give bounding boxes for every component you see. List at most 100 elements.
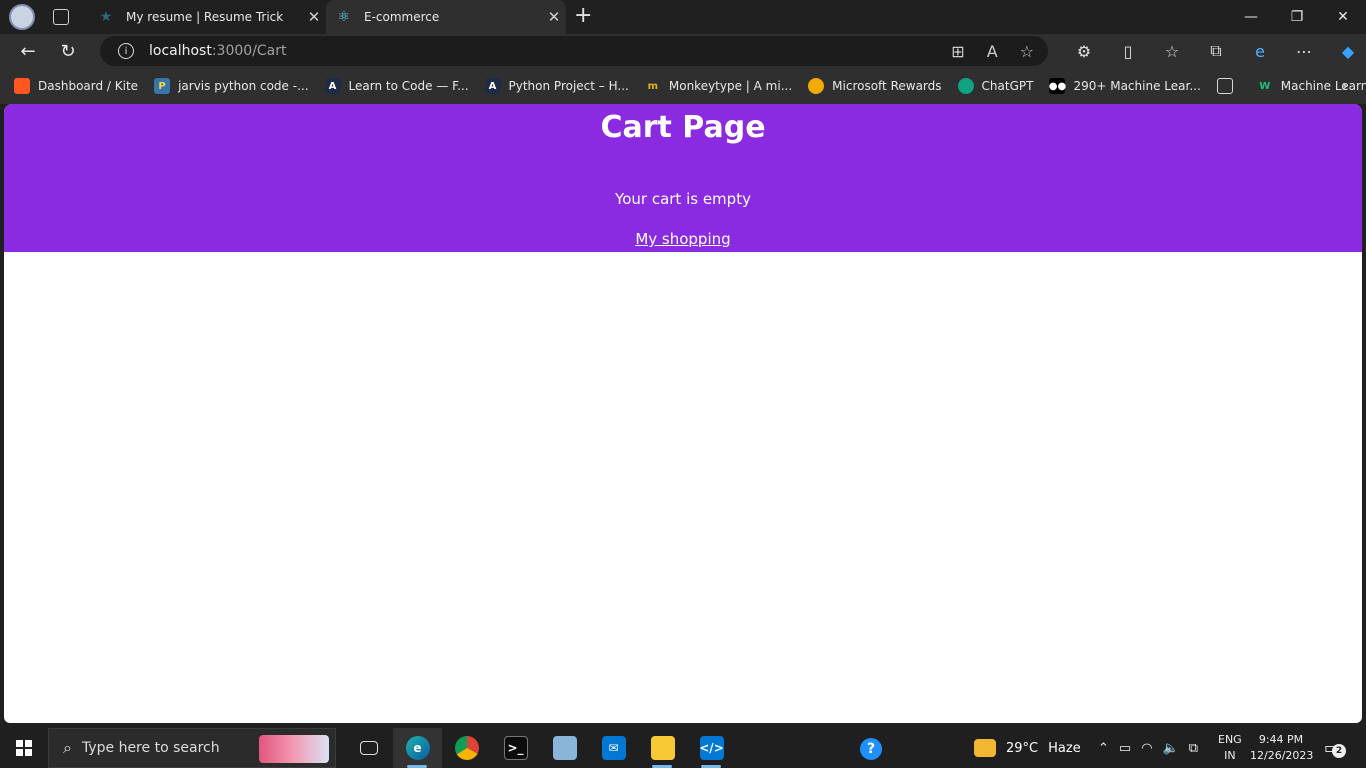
read-aloud-icon[interactable]: A xyxy=(987,42,998,61)
mail-icon[interactable]: ✉ xyxy=(589,728,638,768)
bookmark-label: Microsoft Rewards xyxy=(832,79,942,93)
my-shopping-link[interactable]: My shopping xyxy=(635,230,730,248)
bookmark-label: Machine Learning I... xyxy=(1280,79,1366,93)
edge-icon[interactable]: e xyxy=(393,728,442,768)
collections-icon[interactable]: ⧉ xyxy=(1194,41,1238,61)
vscode-icon[interactable]: </> xyxy=(687,728,736,768)
language-region: IN xyxy=(1224,749,1236,762)
bookmark-item[interactable]: ●● 290+ Machine Lear... xyxy=(1049,78,1201,94)
url-host: localhost xyxy=(149,43,212,59)
chatgpt-icon xyxy=(957,78,974,94)
minimize-icon[interactable]: — xyxy=(1228,0,1274,34)
system-tray: ⌃ ▭ ◠ 🔈 ⧉ xyxy=(1098,728,1198,768)
language-code: ENG xyxy=(1218,733,1242,746)
bookmark-item[interactable]: m Monkeytype | A mi... xyxy=(645,78,793,94)
notification-center-icon[interactable]: ▭ 2 xyxy=(1324,738,1346,758)
close-window-icon[interactable]: ✕ xyxy=(1320,0,1366,34)
close-icon[interactable]: ✕ xyxy=(302,8,326,26)
bookmark-label: jarvis python code -... xyxy=(178,79,309,93)
refresh-icon[interactable]: ↻ xyxy=(52,35,84,67)
browser-toolbar: ← ↻ i localhost:3000/Cart ⊞ A ☆ ⚙ ▯ ☆ ⧉ … xyxy=(0,34,1366,68)
weather-condition: Haze xyxy=(1048,740,1081,756)
input-language[interactable]: ENG IN xyxy=(1218,732,1242,764)
task-view-icon[interactable] xyxy=(344,728,393,768)
help-icon[interactable]: ? xyxy=(860,738,882,760)
codecademy-icon: A xyxy=(484,78,501,94)
bookmark-item[interactable]: ChatGPT xyxy=(957,78,1034,94)
search-icon: ⌕ xyxy=(63,738,72,757)
extensions-icon[interactable]: ⚙ xyxy=(1062,42,1106,61)
window-controls: — ❐ ✕ xyxy=(1228,0,1366,34)
codecademy-icon: A xyxy=(324,78,341,94)
restore-icon[interactable]: ❐ xyxy=(1274,0,1320,34)
battery-icon[interactable]: ▭ xyxy=(1119,741,1131,756)
chevron-right-icon[interactable]: › xyxy=(1342,76,1348,95)
notification-count-badge: 2 xyxy=(1332,744,1346,758)
taskbar: ⌕ Type here to search e >_ ✉ </> ? 29°C … xyxy=(0,728,1366,768)
bookmark-item[interactable]: A Learn to Code — F... xyxy=(324,78,469,94)
calendar-icon xyxy=(1216,78,1233,94)
bookmark-label: Python Project – H... xyxy=(508,79,629,93)
terminal-icon[interactable]: >_ xyxy=(491,728,540,768)
empty-cart-message: Your cart is empty xyxy=(615,190,751,208)
file-explorer-icon[interactable] xyxy=(638,728,687,768)
clock-time: 9:44 PM xyxy=(1258,733,1304,746)
more-menu-icon[interactable]: ⋯ xyxy=(1282,42,1326,61)
monkeytype-icon: m xyxy=(647,80,659,92)
browser-essentials-icon[interactable]: e xyxy=(1238,42,1282,61)
volume-icon[interactable]: 🔈 xyxy=(1163,741,1179,756)
bookmark-item[interactable]: Dashboard / Kite xyxy=(14,78,138,94)
weather-widget[interactable]: 29°C Haze xyxy=(974,728,1081,768)
chrome-icon[interactable] xyxy=(442,728,491,768)
search-highlight-image xyxy=(259,735,329,763)
app-available-icon[interactable]: ⊞ xyxy=(951,42,964,61)
profile-avatar[interactable] xyxy=(9,4,35,30)
notes-icon[interactable] xyxy=(540,728,589,768)
bookmarks-bar: Dashboard / Kite P jarvis python code -.… xyxy=(0,68,1366,104)
bookmark-item[interactable]: A Python Project – H... xyxy=(484,78,629,94)
kite-icon xyxy=(14,78,30,94)
new-tab-button[interactable]: + xyxy=(574,4,592,28)
tab-title: E-commerce xyxy=(364,10,440,24)
favorites-icon[interactable]: ☆ xyxy=(1150,42,1194,61)
split-screen-icon[interactable]: ▯ xyxy=(1106,42,1150,61)
copilot-icon[interactable]: ◆ xyxy=(1326,42,1366,61)
info-icon[interactable]: i xyxy=(118,43,134,59)
python-icon: P xyxy=(154,78,171,94)
weather-haze-icon xyxy=(974,739,996,757)
close-icon[interactable]: ✕ xyxy=(542,8,566,26)
start-button[interactable] xyxy=(0,728,48,768)
clock-date: 12/26/2023 xyxy=(1250,749,1314,762)
wifi-icon[interactable]: ◠ xyxy=(1141,741,1152,756)
clock[interactable]: 9:44 PM 12/26/2023 xyxy=(1250,732,1314,764)
address-bar[interactable]: i localhost:3000/Cart ⊞ A ☆ xyxy=(100,36,1048,66)
address-actions: ⊞ A ☆ xyxy=(951,42,1034,61)
bookmark-label: ChatGPT xyxy=(981,79,1034,93)
cart-header: Cart Page Your cart is empty My shopping xyxy=(4,104,1362,252)
bookmark-item[interactable]: Microsoft Rewards xyxy=(808,78,942,94)
taskbar-search[interactable]: ⌕ Type here to search xyxy=(48,728,336,768)
bookmark-label: 290+ Machine Lear... xyxy=(1073,79,1201,93)
windows-icon xyxy=(16,740,32,756)
star-icon: ★ xyxy=(99,9,113,25)
toolbar-right: ⚙ ▯ ☆ ⧉ e ⋯ ◆ xyxy=(1062,34,1366,68)
medium-icon: ●● xyxy=(1049,78,1066,94)
back-icon[interactable]: ← xyxy=(12,35,44,67)
workspaces-icon[interactable] xyxy=(53,9,69,25)
search-placeholder: Type here to search xyxy=(81,740,220,756)
tab-ecommerce[interactable]: ⚛ E-commerce ✕ xyxy=(326,0,566,34)
chevron-up-icon[interactable]: ⌃ xyxy=(1098,741,1109,756)
medal-icon xyxy=(808,78,825,94)
tab-bar: ★ My resume | Resume Trick ✕ ⚛ E-commerc… xyxy=(0,0,1366,34)
url-path: :3000/Cart xyxy=(211,43,287,59)
taskbar-apps: e >_ ✉ </> xyxy=(344,728,736,768)
bookmark-item[interactable]: P jarvis python code -... xyxy=(154,78,309,94)
bookmark-item[interactable] xyxy=(1216,78,1241,94)
favorite-star-icon[interactable]: ☆ xyxy=(1020,42,1034,61)
tab-resume[interactable]: ★ My resume | Resume Trick ✕ xyxy=(88,0,326,34)
page-viewport: Cart Page Your cart is empty My shopping xyxy=(4,104,1362,723)
bookmark-item[interactable]: W Machine Learning I... xyxy=(1257,78,1366,94)
meet-now-icon[interactable]: ⧉ xyxy=(1189,741,1198,756)
weather-temp: 29°C xyxy=(1006,740,1039,756)
tab-title: My resume | Resume Trick xyxy=(126,10,284,24)
